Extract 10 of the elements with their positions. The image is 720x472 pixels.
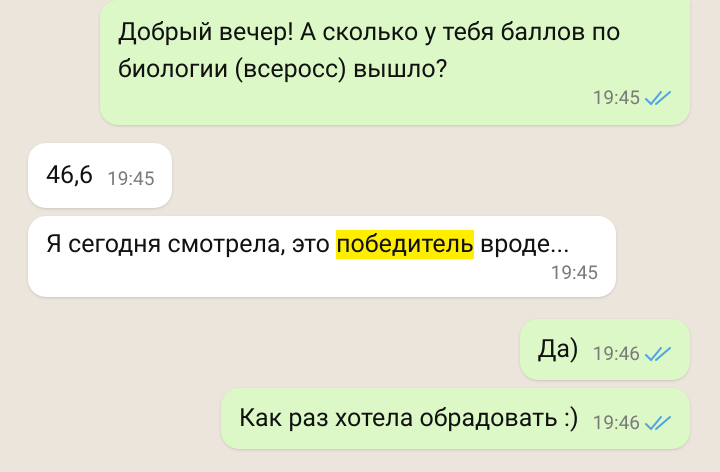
message-text: Да) xyxy=(538,334,579,366)
message-text: Добрый вечер! А сколько у тебя баллов по биологии (всеросс) вышло? xyxy=(118,17,622,86)
message-time: 19:45 xyxy=(107,166,154,192)
message-text: Как раз хотела обрадовать :) xyxy=(238,403,579,435)
message-time: 19:46 xyxy=(592,410,640,436)
message-time: 19:45 xyxy=(550,260,598,286)
message-text: 46,6 xyxy=(46,160,94,192)
message-text: Я сегодня смотрела, это победитель вроде... xyxy=(46,228,571,260)
message-time: 19:46 xyxy=(592,340,640,366)
message-time: 19:45 xyxy=(592,85,640,111)
